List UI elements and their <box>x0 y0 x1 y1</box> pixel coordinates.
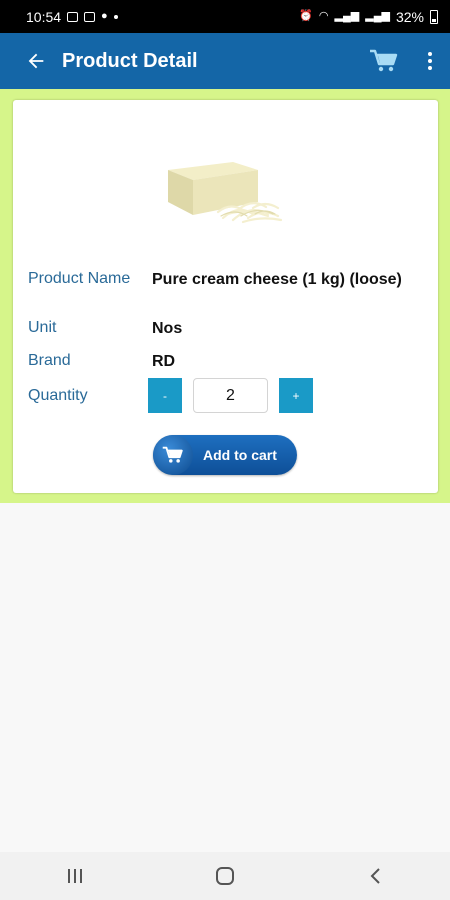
unit-label: Unit <box>28 319 57 336</box>
back-nav-icon <box>370 868 380 884</box>
quantity-label: Quantity <box>28 387 88 404</box>
product-image <box>168 162 283 224</box>
gallery-icon <box>67 11 79 22</box>
status-right: ⏰ ◠ ▂▄▆ ▂▄▆ 32% <box>299 9 438 25</box>
brand-label: Brand <box>28 352 71 369</box>
product-card: Product Name Pure cream cheese (1 kg) (l… <box>13 100 438 493</box>
add-to-cart-button[interactable]: Add to cart <box>153 435 297 475</box>
cart-button[interactable] <box>364 41 404 81</box>
status-left: 10:54 ● <box>26 9 118 25</box>
quantity-input[interactable] <box>193 378 268 413</box>
signal-icon: ▂▄▆ <box>334 10 360 22</box>
cart-icon <box>370 49 398 72</box>
notification-icon <box>84 11 96 22</box>
product-name-row: Product Name Pure cream cheese (1 kg) (l… <box>28 270 402 290</box>
signal2-icon: ▂▄▆ <box>365 10 390 22</box>
product-name-label: Product Name <box>28 270 131 287</box>
wifi-icon: ◠ <box>318 10 329 22</box>
product-name-value: Pure cream cheese (1 kg) (loose) <box>152 271 402 288</box>
recents-button[interactable] <box>45 856 105 896</box>
add-cart-icon-wrap <box>153 435 193 475</box>
more-vert-icon <box>428 52 432 70</box>
recents-icon <box>68 869 82 883</box>
back-button[interactable] <box>14 33 58 89</box>
page-title: Product Detail <box>62 49 198 72</box>
message-icon: ● <box>101 10 108 22</box>
home-icon <box>216 867 234 885</box>
more-options-button[interactable] <box>418 41 442 81</box>
battery-percent: 32% <box>395 8 424 25</box>
quantity-row: Quantity <box>28 387 152 405</box>
alarm-icon: ⏰ <box>299 10 313 22</box>
brand-row: Brand RD <box>28 352 175 372</box>
product-card-frame: Product Name Pure cream cheese (1 kg) (l… <box>0 89 450 503</box>
system-nav-bar <box>0 852 450 900</box>
status-time: 10:54 <box>26 8 62 25</box>
quantity-increment-button[interactable]: + <box>279 378 313 413</box>
quantity-decrement-button[interactable]: - <box>148 378 182 413</box>
add-cart-icon <box>162 446 183 463</box>
back-arrow-icon <box>28 53 44 69</box>
back-nav-button[interactable] <box>345 856 405 896</box>
more-notifications-icon <box>113 14 118 19</box>
unit-value: Nos <box>152 320 183 337</box>
home-button[interactable] <box>195 856 255 896</box>
status-bar: 10:54 ● ⏰ ◠ ▂▄▆ ▂▄▆ 32% <box>0 0 450 33</box>
add-to-cart-label: Add to cart <box>203 447 277 463</box>
brand-value: RD <box>152 353 176 370</box>
unit-row: Unit Nos <box>28 319 182 339</box>
battery-icon <box>430 9 438 24</box>
app-bar: Product Detail <box>0 33 450 89</box>
